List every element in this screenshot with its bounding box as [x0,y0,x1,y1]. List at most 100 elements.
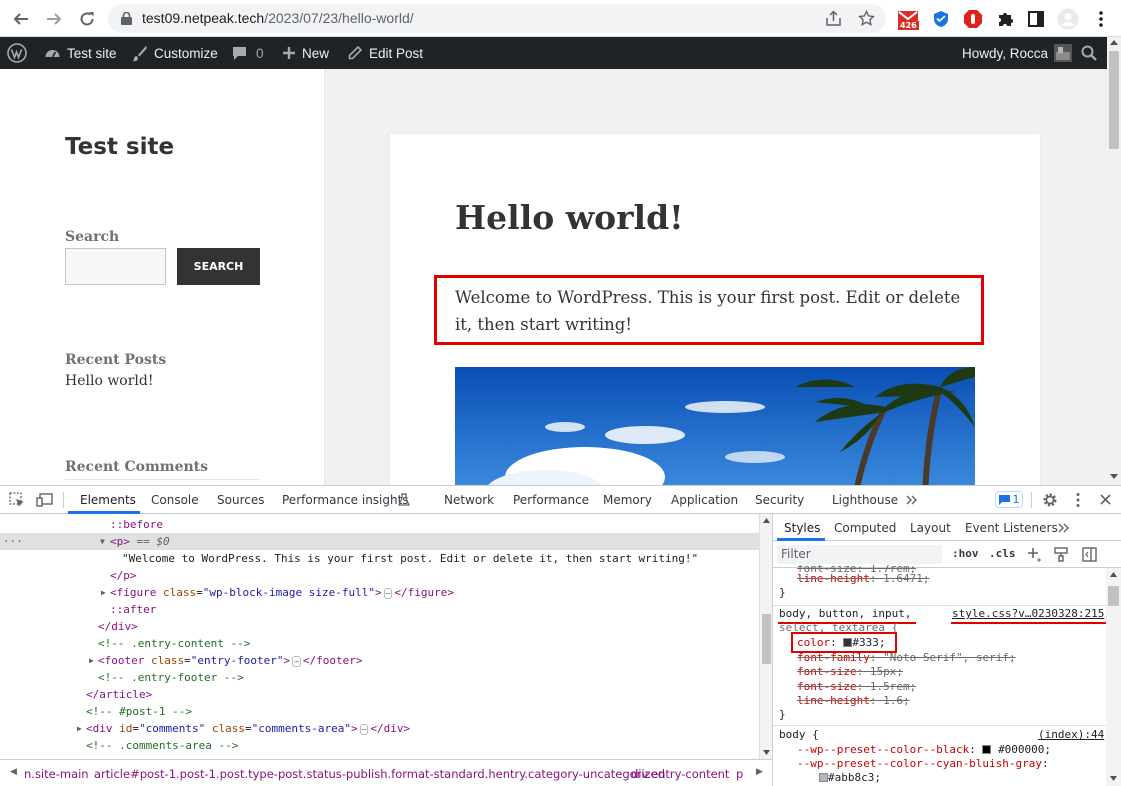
dom-line[interactable]: <!-- #post-1 --> [0,703,759,720]
edit-post-link[interactable]: Edit Post [347,37,423,69]
tab-console[interactable]: Console [151,486,199,514]
devtools-menu-icon[interactable] [1076,492,1080,508]
css-selector[interactable]: body, button, input, [779,607,911,622]
css-declaration[interactable]: font-size: 15px; [779,665,903,680]
dom-line[interactable]: <!-- .entry-footer --> [0,669,759,686]
site-title[interactable]: Test site [65,134,174,160]
scroll-up-arrow-icon[interactable] [763,518,770,523]
profile-button[interactable] [1056,7,1080,31]
wp-logo-menu[interactable] [7,37,27,69]
tab-application[interactable]: Application [671,486,738,514]
dom-tree-scrollbar-thumb[interactable] [762,614,771,664]
page-scrollbar[interactable] [1107,37,1121,485]
recent-post-link[interactable]: Hello world! [65,373,154,389]
more-tabs-chevron-icon[interactable] [906,495,918,505]
css-declaration-cont[interactable]: #abb8c3; [779,771,881,786]
tab-computed[interactable]: Computed [834,514,896,541]
adblock-extension[interactable] [961,7,985,31]
chrome-menu-button[interactable] [1089,7,1113,31]
gmail-extension[interactable]: 426 [896,8,920,32]
styles-filter-input[interactable]: Filter [777,545,942,564]
scroll-down-arrow-icon[interactable] [1110,776,1117,781]
admin-search-button[interactable] [1081,37,1097,69]
expand-triangle-down-icon[interactable]: ▼ [100,533,105,550]
style-source-link[interactable]: style.css?v…0230328:215 [952,607,1104,622]
css-declaration[interactable]: line-height: 1.6; [779,694,910,709]
search-input[interactable] [65,248,166,285]
dom-line[interactable]: </p> [0,567,759,584]
breadcrumb-scroll-left-icon[interactable]: ◀ [10,767,17,777]
dom-line[interactable]: ::before [0,516,759,533]
expand-triangle-right-icon[interactable]: ▶ [89,652,94,669]
tab-elements[interactable]: Elements [80,486,136,514]
device-toolbar-button[interactable] [36,486,53,514]
dom-line[interactable]: </div> [0,618,759,635]
new-content-menu[interactable]: New [282,37,329,69]
styles-scrollbar-thumb[interactable] [1108,586,1119,606]
css-declaration[interactable]: font-size: 1.5rem; [779,680,916,695]
tab-lighthouse[interactable]: Lighthouse [832,486,898,514]
color-swatch[interactable] [982,745,992,754]
back-button[interactable] [8,6,34,32]
scroll-down-arrow-icon[interactable] [763,750,770,755]
inspect-element-button[interactable] [9,486,25,514]
scroll-up-arrow-icon[interactable] [1110,40,1118,45]
breadcrumb-item[interactable]: div.entry-content [631,767,729,781]
css-declaration[interactable]: font-family: "Noto Serif", serif; [779,651,1016,666]
hov-toggle[interactable]: :hov [952,547,979,560]
styles-scrollbar[interactable] [1106,568,1121,786]
tab-performance[interactable]: Performance [513,486,589,514]
dom-line[interactable]: </article> [0,686,759,703]
issues-badge[interactable]: 1 [995,491,1023,508]
customize-link[interactable]: Customize [131,37,218,69]
breadcrumb-scroll-right-icon[interactable]: ▶ [756,767,763,777]
dom-line[interactable]: "Welcome to WordPress. This is your firs… [0,550,759,567]
tab-layout[interactable]: Layout [910,514,951,541]
dom-line[interactable]: ▶ <div id="comments" class="comments-are… [0,720,759,737]
tab-sources[interactable]: Sources [217,486,264,514]
address-bar[interactable]: test09.netpeak.tech/2023/07/23/hello-wor… [108,4,886,33]
dom-line[interactable]: <!-- .entry-content --> [0,635,759,652]
scroll-up-arrow-icon[interactable] [1110,572,1117,577]
comments-link[interactable]: 0 [232,37,264,69]
search-button[interactable]: SEARCH [177,248,260,285]
forward-button[interactable] [41,6,67,32]
close-icon[interactable] [1100,494,1111,505]
dom-line[interactable]: ▶ <footer class="entry-footer"> ⋯ </footer… [0,652,759,669]
expand-triangle-right-icon[interactable]: ▶ [101,584,106,601]
css-declaration[interactable]: --wp--preset--color--black: #000000; [779,743,1051,758]
dom-line-selected[interactable]: ··· ▼ <p> == $0 [0,533,759,550]
page-scrollbar-thumb[interactable] [1109,51,1119,149]
site-name-menu[interactable]: Test site [44,37,117,69]
toggle-sidebar-icon[interactable] [1082,547,1097,562]
dom-line[interactable]: ::after [0,601,759,618]
tab-event-listeners[interactable]: Event Listeners [965,514,1058,541]
tab-network[interactable]: Network [444,486,494,514]
css-selector[interactable]: body { [779,728,819,743]
new-style-rule-icon[interactable] [1027,547,1042,562]
collapsed-ellipsis[interactable]: ⋯ [383,588,393,599]
color-swatch[interactable] [819,773,828,782]
scroll-down-arrow-icon[interactable] [1110,474,1118,479]
extensions-button[interactable] [993,7,1017,31]
dom-tree-scrollbar[interactable] [759,514,772,759]
css-declaration[interactable]: line-height: 1.6471; [779,572,929,587]
css-declaration[interactable]: --wp--preset--color--cyan-bluish-gray: [779,757,1049,772]
shield-extension[interactable] [929,7,953,31]
tab-performance-insights[interactable]: Performance insights [282,486,409,514]
reload-button[interactable] [74,6,100,32]
breadcrumb-item[interactable]: p [736,767,743,781]
collapsed-ellipsis[interactable]: ⋯ [292,656,301,667]
side-panel-button[interactable] [1024,7,1048,31]
cls-toggle[interactable]: .cls [989,547,1016,560]
dom-line[interactable]: ▶ <figure class="wp-block-image size-ful… [0,584,759,601]
account-menu[interactable]: Howdy, Rocca [962,37,1073,69]
bookmark-star-icon[interactable] [858,10,875,27]
breadcrumb-item[interactable]: article#post-1.post-1.post.type-post.sta… [94,767,665,781]
tab-memory[interactable]: Memory [603,486,652,514]
tab-styles[interactable]: Styles [784,514,820,541]
index-source-link[interactable]: (index):44 [1038,728,1104,743]
expand-triangle-right-icon[interactable]: ▶ [77,720,82,737]
more-subtabs-chevron-icon[interactable] [1058,523,1070,533]
paint-roller-icon[interactable] [1054,547,1068,562]
